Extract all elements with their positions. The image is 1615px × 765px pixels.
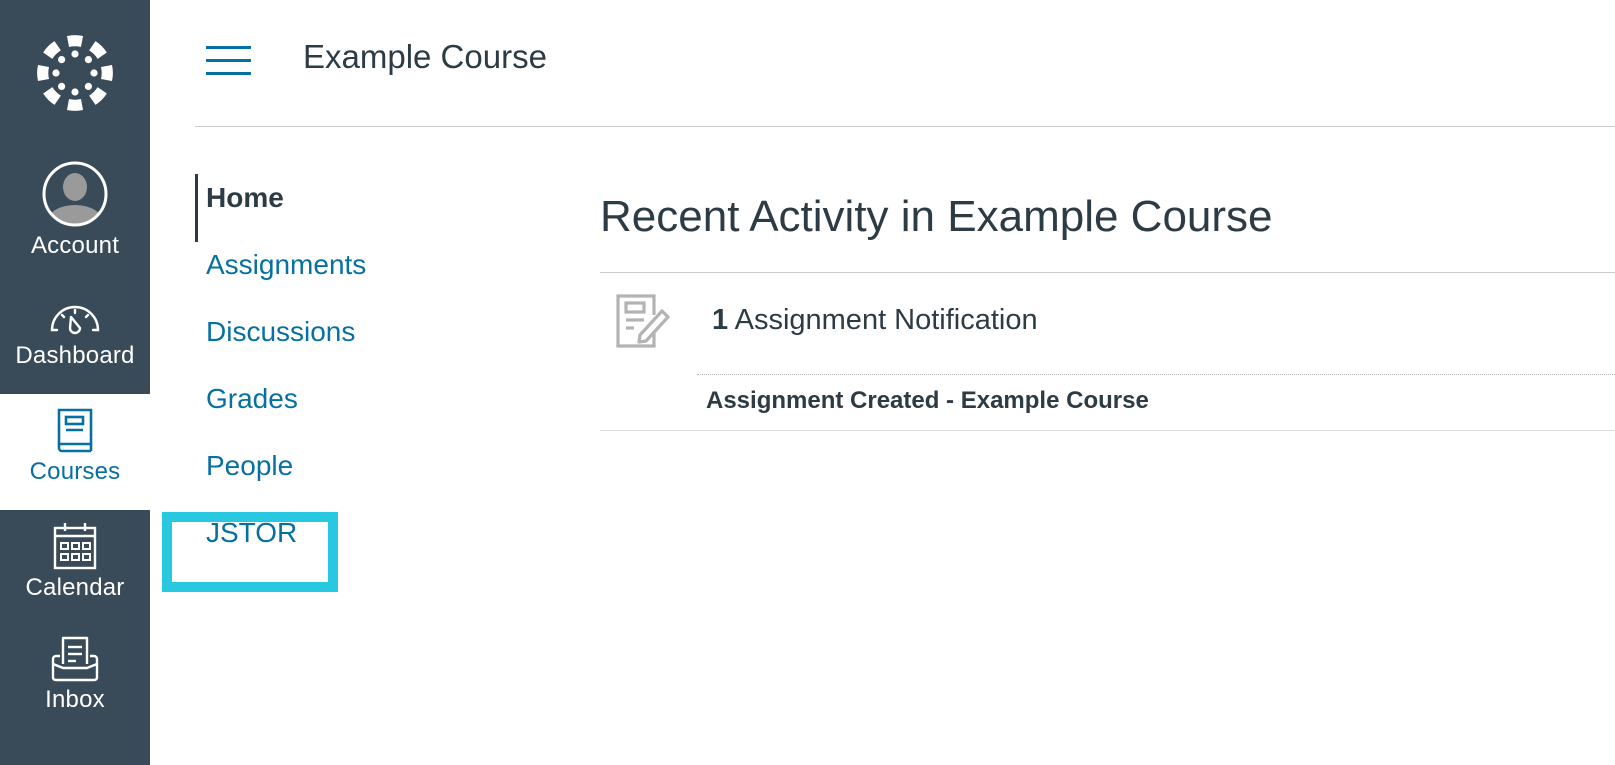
- hamburger-icon-line: [206, 72, 251, 75]
- global-nav-inbox[interactable]: Inbox: [0, 636, 150, 752]
- notification-divider: [697, 374, 1615, 375]
- active-indicator: [195, 174, 198, 242]
- avatar-icon: [42, 161, 108, 227]
- page-title: Recent Activity in Example Course: [600, 192, 1273, 241]
- book-icon: [57, 408, 93, 453]
- hamburger-icon-line: [206, 59, 251, 62]
- course-nav-discussions[interactable]: Discussions: [206, 316, 355, 348]
- course-header: Example Course: [150, 0, 1615, 128]
- global-nav-inbox-label: Inbox: [45, 686, 105, 713]
- canvas-logo-link[interactable]: [0, 0, 150, 145]
- course-nav-assignments[interactable]: Assignments: [206, 249, 366, 281]
- course-nav-people[interactable]: People: [206, 450, 293, 482]
- global-nav-courses[interactable]: Courses: [0, 394, 150, 510]
- global-nav-dashboard-label: Dashboard: [15, 342, 135, 369]
- dashboard-gauge-icon: [50, 305, 100, 335]
- notification-item-link[interactable]: Assignment Created - Example Course: [706, 387, 1149, 415]
- course-nav-grades[interactable]: Grades: [206, 383, 298, 415]
- hamburger-icon-line: [206, 46, 251, 49]
- notification-count: 1: [712, 304, 729, 336]
- global-nav-courses-label: Courses: [29, 458, 121, 485]
- global-nav-account[interactable]: Account: [0, 160, 150, 276]
- notification-label: Assignment Notification: [734, 304, 1038, 336]
- hamburger-menu-button[interactable]: [206, 46, 252, 76]
- calendar-icon: [53, 523, 97, 570]
- header-divider: [195, 126, 1615, 127]
- course-nav-jstor[interactable]: JSTOR: [206, 517, 297, 549]
- global-navigation: Account Dashboard Courses Calendar Inbox: [0, 0, 150, 765]
- global-nav-account-label: Account: [30, 232, 120, 259]
- stream-bottom-divider: [600, 430, 1615, 431]
- course-nav-home[interactable]: Home: [206, 182, 284, 214]
- assignment-notification-toggle[interactable]: 1 Assignment Notification: [712, 304, 1038, 337]
- breadcrumb-course-title[interactable]: Example Course: [303, 38, 547, 76]
- assignment-icon: [616, 294, 670, 348]
- inbox-icon: [51, 636, 99, 682]
- global-nav-calendar[interactable]: Calendar: [0, 522, 150, 638]
- global-nav-calendar-label: Calendar: [25, 574, 125, 601]
- title-divider: [600, 272, 1615, 273]
- canvas-logo-icon: [37, 34, 113, 111]
